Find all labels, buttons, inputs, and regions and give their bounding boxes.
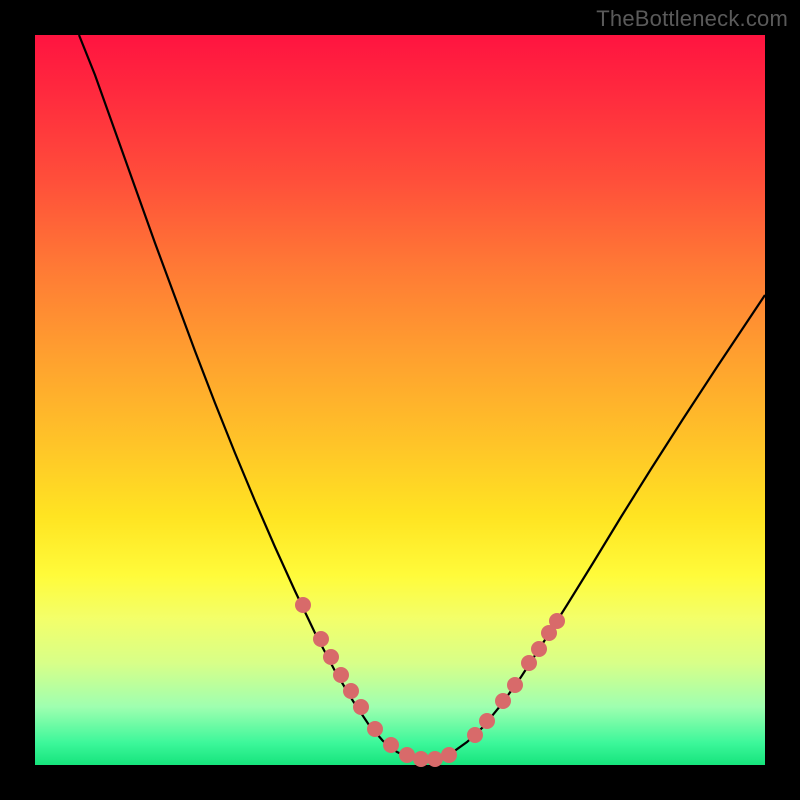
marker-dot — [399, 747, 415, 763]
marker-dot — [383, 737, 399, 753]
watermark-text: TheBottleneck.com — [596, 6, 788, 32]
marker-dot — [479, 713, 495, 729]
marker-dot — [295, 597, 311, 613]
plot-area — [35, 35, 765, 765]
curve-svg — [35, 35, 765, 765]
marker-dot — [323, 649, 339, 665]
marker-dot — [343, 683, 359, 699]
marker-dot — [427, 751, 443, 767]
bottleneck-curve — [79, 35, 765, 760]
marker-dot — [413, 751, 429, 767]
marker-dot — [531, 641, 547, 657]
marker-dot — [353, 699, 369, 715]
chart-frame: TheBottleneck.com — [0, 0, 800, 800]
marker-dot — [367, 721, 383, 737]
marker-dot — [467, 727, 483, 743]
data-markers — [295, 597, 565, 767]
marker-dot — [507, 677, 523, 693]
marker-dot — [441, 747, 457, 763]
marker-dot — [549, 613, 565, 629]
marker-dot — [495, 693, 511, 709]
marker-dot — [333, 667, 349, 683]
marker-dot — [313, 631, 329, 647]
marker-dot — [521, 655, 537, 671]
